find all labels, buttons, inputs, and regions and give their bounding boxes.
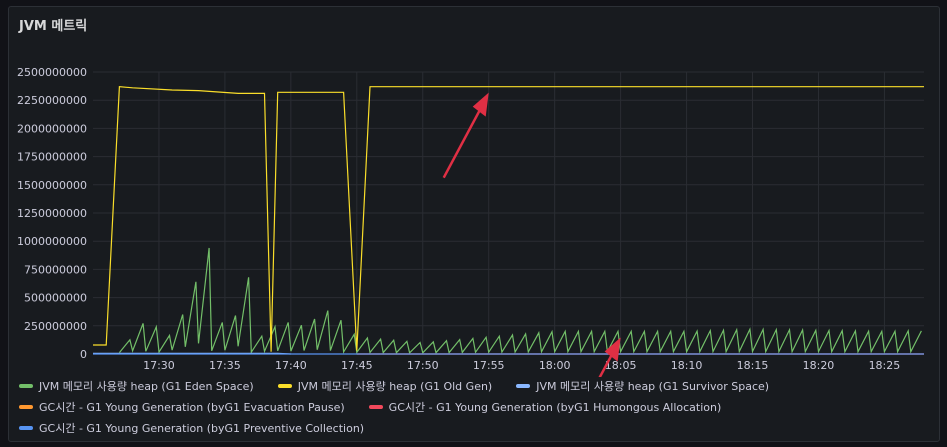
annotation-arrow-head <box>472 92 489 117</box>
legend-label: JVM 메모리 사용량 heap (G1 Eden Space) <box>39 379 254 393</box>
x-tick-label: 18:25 <box>869 359 901 372</box>
legend-swatch <box>516 383 531 388</box>
x-tick-label: 18:15 <box>737 359 769 372</box>
x-tick-label: 17:45 <box>341 359 373 372</box>
annotation-arrow-shaft <box>442 104 484 179</box>
chart-legend: JVM 메모리 사용량 heap (G1 Eden Space) JVM 메모리 … <box>19 375 929 438</box>
series-line <box>93 86 924 352</box>
chart-svg[interactable]: 0 250000000 500000000 750000000 1000000000 12… <box>9 7 939 377</box>
series-line <box>118 247 922 355</box>
y-tick-label: 500000000 <box>24 292 87 305</box>
y-tick-label: 2500000000 <box>17 66 87 79</box>
legend-swatch <box>368 404 383 409</box>
y-tick-label: 1750000000 <box>17 151 87 164</box>
legend-row: GC시간 - G1 Young Generation (byG1 Prevent… <box>19 417 929 438</box>
legend-swatch <box>19 425 33 430</box>
y-tick-label: 2000000000 <box>17 122 87 135</box>
legend-row: GC시간 - G1 Young Generation (byG1 Evacuat… <box>19 396 929 417</box>
legend-label: JVM 메모리 사용량 heap (G1 Survivor Space) <box>536 379 770 393</box>
legend-label: GC시간 - G1 Young Generation (byG1 Humongo… <box>388 400 722 414</box>
legend-item[interactable]: JVM 메모리 사용량 heap (G1 Old Gen) <box>277 378 493 394</box>
legend-swatch <box>19 404 33 409</box>
x-tick-label: 17:55 <box>473 359 505 372</box>
legend-item[interactable]: GC시간 - G1 Young Generation (byG1 Humongo… <box>368 399 722 415</box>
legend-item[interactable]: JVM 메모리 사용량 heap (G1 Eden Space) <box>19 378 254 394</box>
x-tick-label: 18:00 <box>539 359 571 372</box>
legend-item[interactable]: JVM 메모리 사용량 heap (G1 Survivor Space) <box>516 378 769 394</box>
legend-swatch <box>277 383 292 388</box>
y-tick-label: 1000000000 <box>17 235 87 248</box>
y-tick-label: 1500000000 <box>17 179 87 192</box>
legend-row: JVM 메모리 사용량 heap (G1 Eden Space) JVM 메모리 … <box>19 375 929 396</box>
legend-item[interactable]: GC시간 - G1 Young Generation (byG1 Prevent… <box>19 420 364 436</box>
y-tick-label: 2250000000 <box>17 94 87 107</box>
x-tick-label: 17:30 <box>143 359 175 372</box>
y-tick-label: 1250000000 <box>17 207 87 220</box>
x-tick-label: 18:20 <box>803 359 835 372</box>
legend-label: GC시간 - G1 Young Generation (byG1 Evacuat… <box>39 400 345 414</box>
x-tick-label: 17:50 <box>407 359 439 372</box>
legend-item[interactable]: GC시간 - G1 Young Generation (byG1 Evacuat… <box>19 399 345 415</box>
y-tick-label: 0 <box>80 348 87 361</box>
y-tick-label: 250000000 <box>24 320 87 333</box>
y-tick-label: 750000000 <box>24 263 87 276</box>
jvm-metrics-panel: JVM 메트릭 0 250000000 500000000 750000000 1000… <box>8 6 940 442</box>
legend-label: GC시간 - G1 Young Generation (byG1 Prevent… <box>39 421 365 435</box>
x-tick-label: 18:10 <box>671 359 703 372</box>
x-tick-label: 17:35 <box>209 359 241 372</box>
legend-label: JVM 메모리 사용량 heap (G1 Old Gen) <box>297 379 493 393</box>
legend-swatch <box>19 383 33 388</box>
x-tick-label: 17:40 <box>275 359 307 372</box>
